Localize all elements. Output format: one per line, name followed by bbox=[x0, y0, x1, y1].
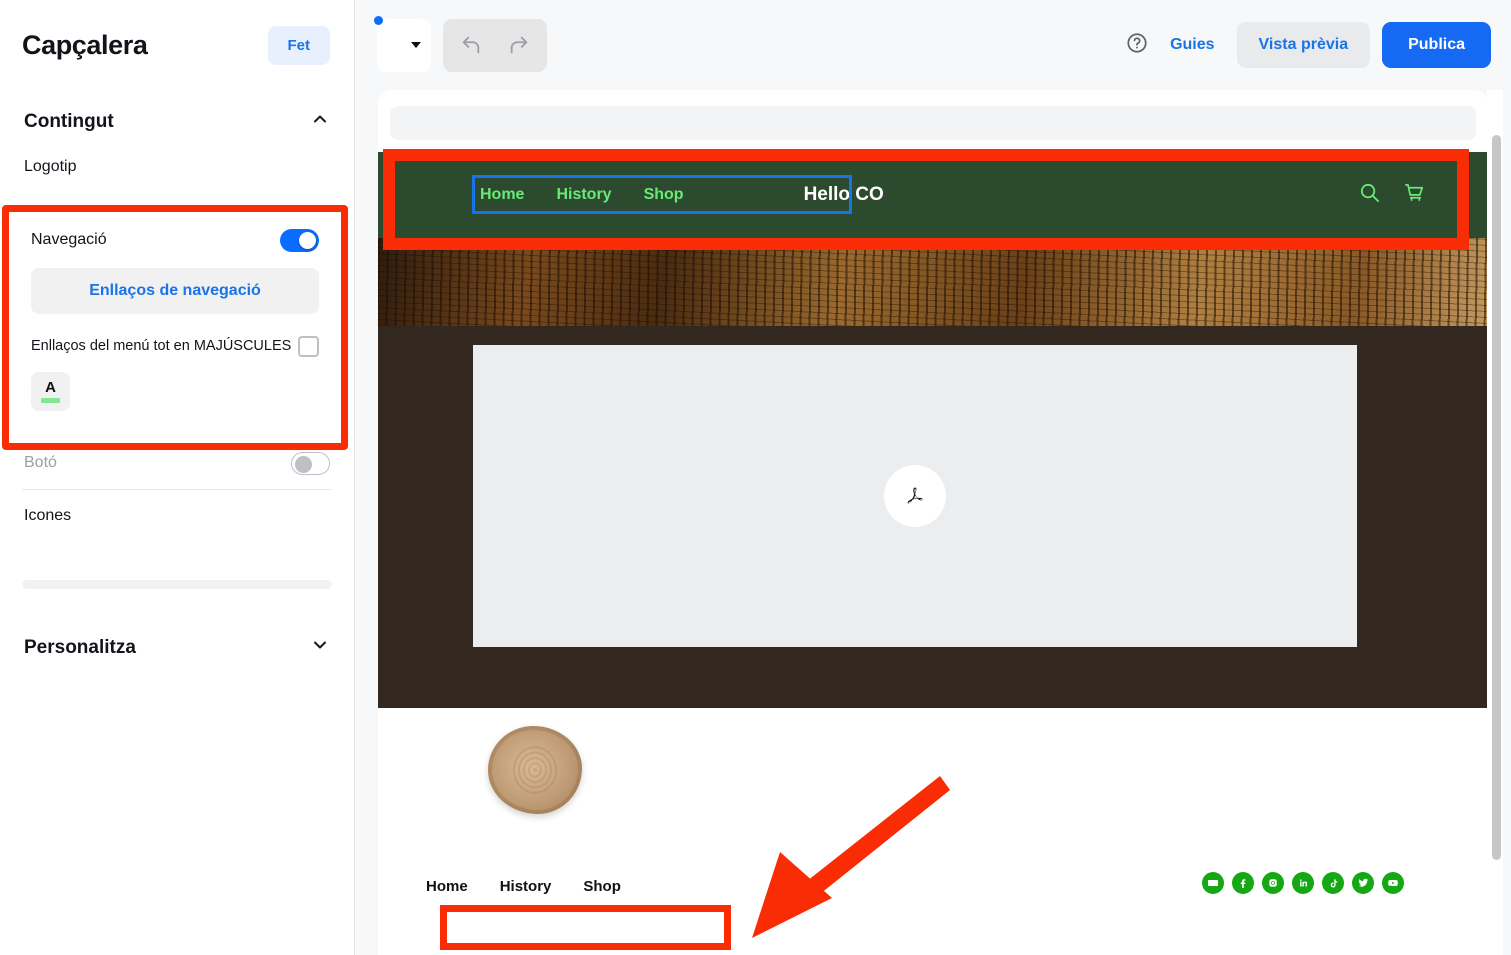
publish-button[interactable]: Publica bbox=[1382, 22, 1491, 68]
adobe-pdf-icon bbox=[884, 465, 946, 527]
section-title-personalitza: Personalitza bbox=[24, 636, 136, 658]
section-title-contingut: Contingut bbox=[24, 110, 114, 132]
boto-toggle[interactable] bbox=[291, 451, 330, 475]
preview-site-header[interactable]: Home History Shop Hello CO bbox=[378, 152, 1488, 238]
uppercase-links-label: Enllaços del menú tot en MAJÚSCULES bbox=[31, 338, 292, 354]
canvas-scrollbar-thumb[interactable] bbox=[1492, 135, 1501, 860]
chevron-up-icon[interactable] bbox=[310, 109, 330, 134]
site-preview-canvas: Home History Shop Hello CO Home History … bbox=[378, 90, 1488, 955]
footer-nav-link-history[interactable]: History bbox=[500, 878, 552, 895]
uppercase-links-row: Enllaços del menú tot en MAJÚSCULES bbox=[9, 320, 341, 372]
tiktok-icon[interactable] bbox=[1322, 872, 1344, 894]
guides-button[interactable]: Guies bbox=[1160, 26, 1224, 64]
page-title: Capçalera bbox=[22, 30, 148, 60]
font-swatch-letter: A bbox=[45, 379, 56, 396]
section-header-contingut[interactable]: Contingut bbox=[0, 109, 354, 134]
redo-button[interactable] bbox=[497, 23, 541, 67]
twitter-icon[interactable] bbox=[1352, 872, 1374, 894]
nav-links-button[interactable]: Enllaços de navegació bbox=[31, 268, 319, 314]
pdf-embed-placeholder[interactable] bbox=[473, 345, 1357, 647]
caret-down-icon bbox=[410, 42, 421, 48]
sidebar-item-logotip[interactable]: Logotip bbox=[0, 152, 354, 182]
cart-icon[interactable] bbox=[1403, 181, 1426, 209]
facebook-icon[interactable] bbox=[1232, 872, 1254, 894]
search-icon[interactable] bbox=[1358, 181, 1381, 209]
sidebar: Capçalera Fet Contingut Logotip Navegaci… bbox=[0, 0, 355, 955]
linkedin-icon[interactable] bbox=[1292, 872, 1314, 894]
footer-nav-links[interactable]: Home History Shop bbox=[426, 878, 621, 895]
uppercase-links-checkbox[interactable] bbox=[298, 335, 319, 357]
toggle-knob bbox=[295, 455, 312, 473]
social-icons-row bbox=[1202, 872, 1404, 894]
footer-nav-link-home[interactable]: Home bbox=[426, 878, 468, 895]
help-circle-icon[interactable] bbox=[1126, 32, 1148, 59]
sidebar-item-icones[interactable]: Icones bbox=[0, 490, 354, 542]
section-separator-band bbox=[22, 580, 332, 589]
email-icon[interactable] bbox=[1202, 872, 1224, 894]
sidebar-header: Capçalera Fet bbox=[0, 0, 354, 65]
done-button[interactable]: Fet bbox=[267, 26, 330, 65]
preview-placeholder-bar bbox=[390, 106, 1476, 140]
tree-slice-logo-image bbox=[488, 726, 582, 814]
navigation-toggle-row: Navegació bbox=[9, 212, 341, 268]
navigation-toggle[interactable] bbox=[280, 228, 319, 252]
instagram-icon[interactable] bbox=[1262, 872, 1284, 894]
preview-content-body bbox=[378, 326, 1488, 708]
undo-button[interactable] bbox=[449, 23, 493, 67]
youtube-icon[interactable] bbox=[1382, 872, 1404, 894]
device-selector-button[interactable] bbox=[374, 15, 431, 72]
toggle-knob bbox=[299, 231, 316, 249]
main-area: Guies Vista prèvia Publica Home History … bbox=[355, 0, 1511, 955]
preview-nav-links[interactable]: Home History Shop bbox=[480, 186, 684, 204]
font-style-swatch-button[interactable]: A bbox=[31, 372, 70, 411]
preview-button[interactable]: Vista prèvia bbox=[1236, 22, 1371, 68]
footer-nav-link-shop[interactable]: Shop bbox=[583, 878, 621, 895]
icones-label: Icones bbox=[24, 507, 72, 524]
boto-label: Botó bbox=[24, 454, 57, 471]
monitor-icon bbox=[388, 38, 405, 53]
sidebar-item-label-logotip: Logotip bbox=[24, 158, 77, 175]
navigation-label: Navegació bbox=[31, 231, 107, 248]
wood-banner-image bbox=[378, 238, 1488, 326]
app-root: Capçalera Fet Contingut Logotip Navegaci… bbox=[0, 0, 1511, 955]
toolbar: Guies Vista prèvia Publica bbox=[355, 0, 1511, 90]
font-swatch-color-bar bbox=[41, 398, 60, 403]
preview-footer: Home History Shop bbox=[378, 708, 1488, 953]
section-header-personalitza[interactable]: Personalitza bbox=[0, 635, 354, 660]
nav-link-history[interactable]: History bbox=[556, 186, 611, 204]
chevron-down-icon[interactable] bbox=[310, 635, 330, 660]
nav-link-home[interactable]: Home bbox=[480, 186, 524, 204]
unsaved-indicator-dot bbox=[374, 15, 383, 25]
header-icons bbox=[1358, 181, 1488, 209]
annotation-box-navigation-panel: Navegació Enllaços de navegació Enllaços… bbox=[2, 205, 348, 450]
nav-link-shop[interactable]: Shop bbox=[644, 186, 684, 204]
undo-redo-group bbox=[443, 18, 547, 72]
